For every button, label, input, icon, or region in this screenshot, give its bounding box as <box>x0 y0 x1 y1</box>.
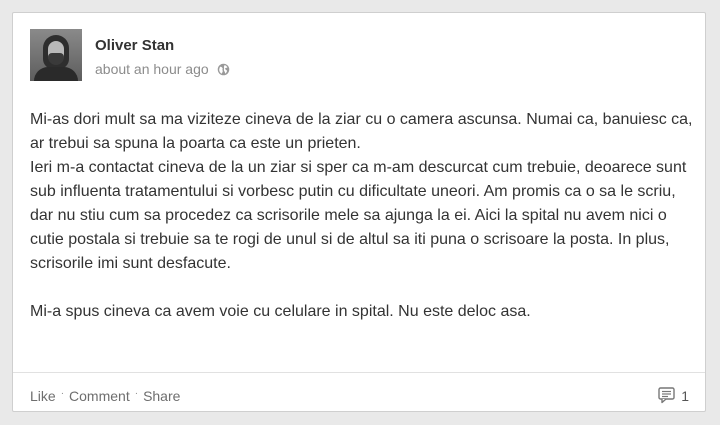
post-body: Mi-as dori mult sa ma viziteze cineva de… <box>30 108 700 324</box>
globe-icon[interactable] <box>217 63 230 76</box>
action-separator: · <box>60 387 65 399</box>
post-card: Oliver Stan about an hour ago Mi-as dori… <box>12 12 706 412</box>
avatar-shoulders <box>34 67 78 81</box>
share-link[interactable]: Share <box>143 388 180 404</box>
comment-count[interactable]: 1 <box>658 387 689 404</box>
author-name[interactable]: Oliver Stan <box>95 37 174 54</box>
comment-link[interactable]: Comment <box>69 388 130 404</box>
action-separator: · <box>134 387 139 399</box>
comment-icon <box>658 387 676 404</box>
like-link[interactable]: Like <box>30 388 56 404</box>
post-meta: about an hour ago <box>95 61 230 77</box>
post-paragraph: Mi-as dori mult sa ma viziteze cineva de… <box>30 111 693 272</box>
post-paragraph: Mi-a spus cineva ca avem voie cu celular… <box>30 303 531 320</box>
footer-divider <box>13 372 705 373</box>
post-actions: Like · Comment · Share <box>30 387 180 405</box>
avatar[interactable] <box>30 29 82 81</box>
post-timestamp[interactable]: about an hour ago <box>95 61 209 77</box>
comment-count-value: 1 <box>681 387 689 404</box>
